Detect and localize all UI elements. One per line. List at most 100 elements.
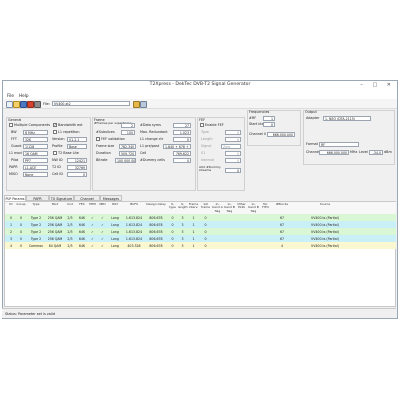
table-cell: 0	[9, 215, 13, 220]
column-header[interactable]: Tol. FIFO	[260, 202, 271, 210]
table-cell: 403.328	[127, 243, 141, 248]
table-cell: VV400.ts (Partial)	[311, 215, 339, 220]
table-cell: 2/3	[67, 222, 73, 227]
table-cell: 3	[181, 236, 184, 241]
status-bar: Status: Parameter set is valid	[2, 308, 396, 318]
column-header[interactable]: Cod	[65, 202, 75, 206]
table-cell: ✓	[101, 243, 104, 248]
column-header[interactable]: Other PLPs	[236, 202, 247, 210]
table-cell: 806.678	[149, 236, 163, 241]
table-cell: 0	[19, 215, 23, 220]
table-cell: 0	[204, 215, 207, 220]
column-header[interactable]: In-band A flag	[212, 202, 223, 213]
column-header[interactable]: Design delay	[145, 202, 167, 206]
column-header[interactable]: In-band B flag	[248, 202, 259, 213]
table-cell: Common	[28, 243, 44, 248]
column-header[interactable]: In-band B flag	[224, 202, 235, 213]
table-cell: 67	[279, 222, 285, 227]
table-cell: 3	[181, 222, 184, 227]
table-row[interactable]: 3 0 Type 2 256 QAM 2/3 64K ✓ ✓ Long 1.613.824 806.…	[5, 235, 396, 242]
table-cell: VV400.ts (Partial)	[311, 243, 339, 248]
table-cell: 0	[204, 229, 207, 234]
table-cell: 2/3	[67, 229, 73, 234]
table-cell: 64K	[78, 215, 86, 220]
column-header[interactable]: ID	[7, 202, 15, 206]
table-cell: 1	[192, 229, 195, 234]
table-cell: 0	[204, 243, 207, 248]
table-cell: 67	[279, 215, 285, 220]
table-cell: ✓	[91, 215, 94, 220]
table-cell: 1	[192, 236, 195, 241]
table-cell: Type 2	[30, 236, 42, 241]
table-cell: 2/3	[67, 243, 73, 248]
table-cell: 806.678	[149, 243, 163, 248]
table-cell: 64K	[78, 222, 86, 227]
table-cell: VV400.ts (Partial)	[311, 229, 339, 234]
table-cell: 0	[171, 215, 174, 220]
column-header[interactable]: Group	[15, 202, 27, 206]
column-header[interactable]: IL type	[168, 202, 177, 210]
column-header[interactable]: Type	[27, 202, 45, 206]
table-cell: 806.678	[149, 229, 163, 234]
table-cell: ✓	[91, 229, 94, 234]
table-cell: ✓	[91, 236, 94, 241]
lower-panel: PLP Params PAPR Params TX Signature Chan…	[2, 80, 398, 319]
table-cell: 0	[19, 222, 23, 227]
table-cell: 64K	[78, 229, 86, 234]
table-cell: 2/3	[67, 215, 73, 220]
column-header[interactable]: Mod	[47, 202, 63, 206]
table-cell: 1.613.824	[125, 215, 143, 220]
column-header[interactable]: BUFS	[124, 202, 144, 206]
table-cell: Long	[111, 236, 119, 241]
table-cell: 256 QAM	[47, 229, 63, 234]
table-row[interactable]: 2 0 Type 2 256 QAM 2/3 64K ✓ ✓ Long 1.613.824 806.…	[5, 228, 396, 235]
table-cell: 1	[9, 222, 13, 227]
table-cell: 4	[280, 243, 284, 248]
table-cell: ✓	[101, 236, 104, 241]
table-cell: 0	[171, 243, 174, 248]
table-cell: 806.678	[149, 222, 163, 227]
table-cell: 3	[181, 243, 184, 248]
column-header[interactable]: Source	[295, 202, 355, 206]
table-cell: 64K	[78, 243, 86, 248]
table-cell: 1.613.824	[125, 229, 143, 234]
table-cell: ✓	[91, 243, 94, 248]
column-header[interactable]: HEM	[88, 202, 97, 206]
table-cell: ✓	[101, 215, 104, 220]
column-header[interactable]: NPD	[98, 202, 107, 206]
table-cell: 64 QAM	[48, 243, 62, 248]
table-cell: 67	[279, 236, 285, 241]
column-header[interactable]: FEC	[77, 202, 87, 206]
table-cell: 0	[204, 222, 207, 227]
column-header[interactable]: Frame interv.	[188, 202, 199, 210]
table-cell: 1.613.824	[125, 222, 143, 227]
table-cell: 806.678	[149, 215, 163, 220]
table-row[interactable]: 0 0 Type 2 256 QAM 2/3 64K ✓ ✓ Long 1.613.824 806.…	[5, 214, 396, 221]
table-cell: 2/3	[67, 236, 73, 241]
table-cell: 4	[9, 243, 13, 248]
table-cell: 3	[9, 236, 13, 241]
table-cell: Type 2	[30, 215, 42, 220]
table-row[interactable]: 1 0 Type 2 256 QAM 2/3 64K ✓ ✓ Long 1.613.824 806.…	[5, 221, 396, 228]
table-cell: 1.613.824	[125, 236, 143, 241]
table-cell: Type 2	[30, 222, 42, 227]
column-header[interactable]: #Blocks	[272, 202, 292, 206]
table-cell: VV400.ts (Partial)	[311, 222, 339, 227]
table-cell: 64K	[78, 236, 86, 241]
table-cell: 0	[204, 236, 207, 241]
table-cell: 0	[171, 236, 174, 241]
status-text: Status: Parameter set is valid	[5, 311, 55, 316]
table-cell: Type 2	[30, 229, 42, 234]
column-header[interactable]: ISSY	[108, 202, 122, 206]
table-cell: Long	[111, 222, 119, 227]
column-header[interactable]: 1st frame	[200, 202, 211, 210]
table-row[interactable]: 4 0 Common 64 QAM 2/3 64K ✓ ✓ Long 403.328 806.678…	[5, 242, 396, 249]
table-cell: 3	[181, 215, 184, 220]
column-header[interactable]: IL length	[178, 202, 188, 210]
table-cell: VV400.ts (Partial)	[311, 236, 339, 241]
table-cell: 1	[192, 222, 195, 227]
table-cell: 0	[19, 229, 23, 234]
table-cell: 1	[192, 243, 195, 248]
table-cell: Long	[111, 215, 119, 220]
table-cell: 0	[19, 243, 23, 248]
